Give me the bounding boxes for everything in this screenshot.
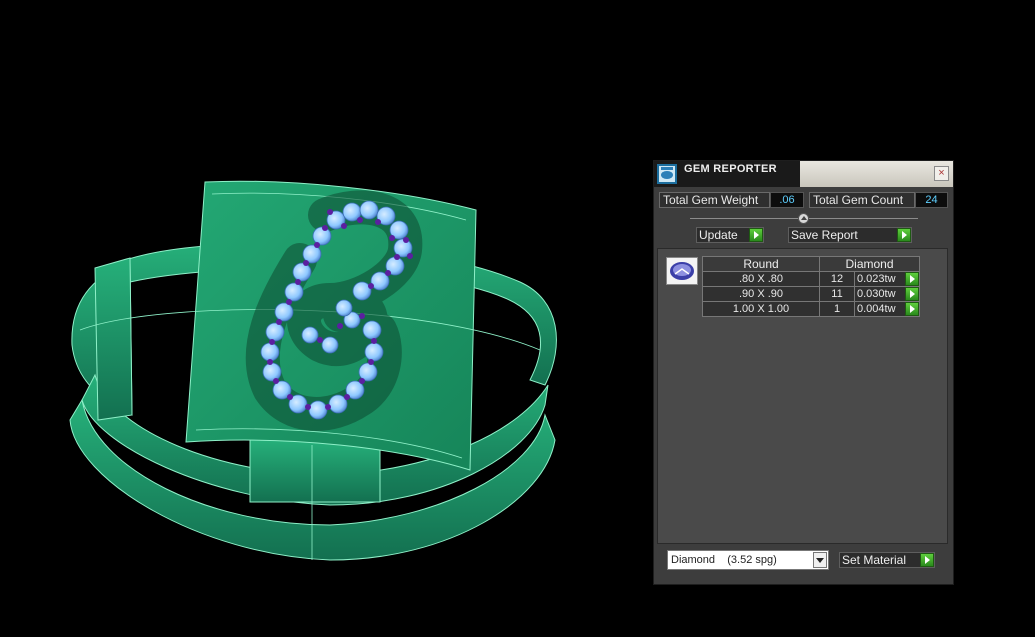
gem-reporter-panel: GEM REPORTER × Total Gem Weight .06 Tota… [653, 160, 954, 585]
update-button-label: Update [699, 228, 738, 242]
round-gem-icon[interactable] [666, 257, 698, 285]
gem-count: 12 [819, 271, 855, 287]
gem-weight-cell: 0.004tw [854, 301, 920, 317]
panel-title: GEM REPORTER [684, 163, 777, 175]
shape-header: Round [702, 256, 820, 272]
gem-size: .80 X .80 [702, 271, 820, 287]
total-gem-count-label: Total Gem Count [809, 192, 915, 208]
row-go-icon[interactable] [905, 272, 919, 286]
save-report-button[interactable]: Save Report [788, 227, 912, 243]
gem-table-header: Round Diamond [702, 256, 920, 272]
set-material-go-icon[interactable] [920, 553, 934, 567]
material-select-value: Diamond (3.52 spg) [671, 554, 777, 566]
total-gem-weight-label: Total Gem Weight [659, 192, 770, 208]
close-button[interactable]: × [934, 166, 949, 181]
row-go-icon[interactable] [905, 302, 919, 316]
chevron-down-icon[interactable] [813, 552, 827, 568]
gem-report-area: Round Diamond .80 X .80 12 0.023tw .90 X… [657, 248, 948, 544]
gem-reporter-app-icon [657, 164, 677, 184]
gem-weight: 0.030tw [857, 288, 896, 300]
save-report-go-icon[interactable] [897, 228, 911, 242]
set-material-button-label: Set Material [842, 553, 907, 567]
gem-size: 1.00 X 1.00 [702, 301, 820, 317]
table-row: .90 X .90 11 0.030tw [702, 286, 920, 302]
gem-count: 11 [819, 286, 855, 302]
gem-table: Round Diamond .80 X .80 12 0.023tw .90 X… [702, 256, 920, 317]
table-row: .80 X .80 12 0.023tw [702, 271, 920, 287]
total-gem-weight-value: .06 [770, 192, 804, 208]
gem-weight: 0.023tw [857, 273, 896, 285]
update-button[interactable]: Update [696, 227, 764, 243]
gem-weight-cell: 0.030tw [854, 286, 920, 302]
row-go-icon[interactable] [905, 287, 919, 301]
gem-weight: 0.004tw [857, 303, 896, 315]
3d-viewport[interactable] [0, 0, 640, 632]
set-material-button[interactable]: Set Material [839, 552, 935, 568]
ring-model [69, 180, 557, 561]
gem-size: .90 X .90 [702, 286, 820, 302]
gem-count: 1 [819, 301, 855, 317]
material-header: Diamond [819, 256, 920, 272]
material-select[interactable]: Diamond (3.52 spg) [667, 550, 829, 570]
gem-weight-cell: 0.023tw [854, 271, 920, 287]
table-row: 1.00 X 1.00 1 0.004tw [702, 301, 920, 317]
title-bar[interactable]: GEM REPORTER × [654, 161, 953, 187]
update-go-icon[interactable] [749, 228, 763, 242]
collapse-toggle-icon[interactable] [798, 213, 809, 224]
save-report-button-label: Save Report [791, 228, 858, 242]
total-gem-count-value: 24 [915, 192, 948, 208]
